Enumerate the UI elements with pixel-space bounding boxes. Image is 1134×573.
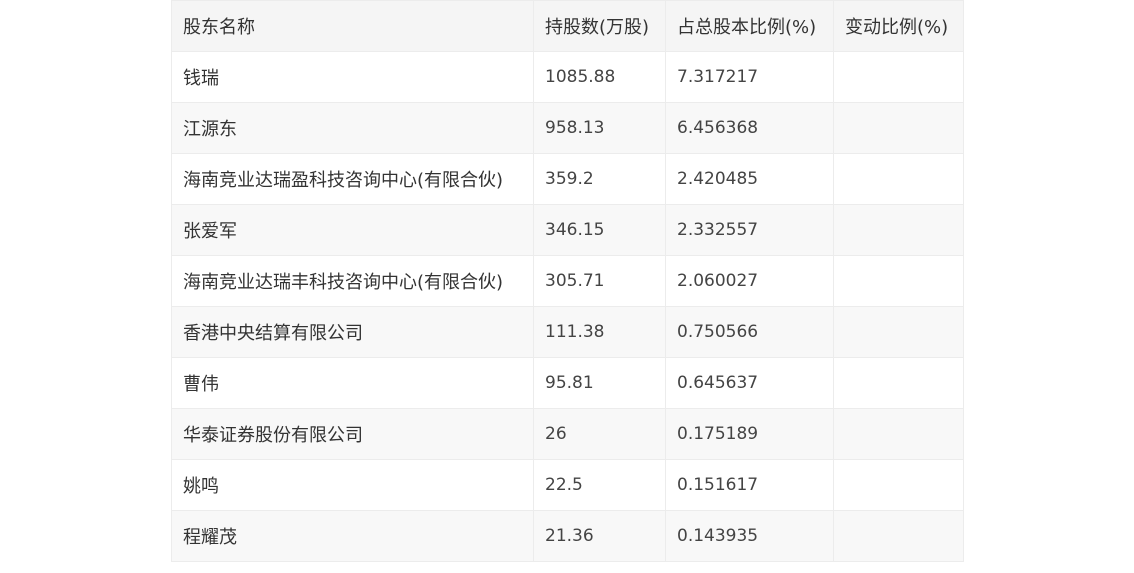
shareholder-table-container: 股东名称 持股数(万股) 占总股本比例(%) 变动比例(%) 钱瑞 1085.8…	[171, 0, 964, 562]
table-row: 海南竞业达瑞盈科技咨询中心(有限合伙) 359.2 2.420485	[171, 153, 964, 205]
table-row: 程耀茂 21.36 0.143935	[171, 510, 964, 562]
cell-change-ratio	[833, 357, 964, 409]
cell-share-ratio: 0.645637	[665, 357, 834, 409]
cell-share-ratio: 2.060027	[665, 255, 834, 307]
cell-shares-held: 958.13	[533, 102, 666, 154]
table-body: 钱瑞 1085.88 7.317217 江源东 958.13 6.456368 …	[171, 51, 964, 562]
cell-change-ratio	[833, 102, 964, 154]
cell-share-ratio: 2.332557	[665, 204, 834, 256]
cell-shares-held: 305.71	[533, 255, 666, 307]
cell-shares-held: 1085.88	[533, 51, 666, 103]
table-row: 曹伟 95.81 0.645637	[171, 357, 964, 409]
table-row: 海南竞业达瑞丰科技咨询中心(有限合伙) 305.71 2.060027	[171, 255, 964, 307]
cell-change-ratio	[833, 51, 964, 103]
header-share-ratio: 占总股本比例(%)	[665, 0, 834, 52]
cell-change-ratio	[833, 408, 964, 460]
cell-change-ratio	[833, 255, 964, 307]
cell-share-ratio: 6.456368	[665, 102, 834, 154]
cell-shareholder-name: 华泰证券股份有限公司	[171, 408, 534, 460]
cell-shareholder-name: 程耀茂	[171, 510, 534, 562]
cell-shares-held: 359.2	[533, 153, 666, 205]
cell-change-ratio	[833, 306, 964, 358]
header-change-ratio: 变动比例(%)	[833, 0, 964, 52]
cell-shareholder-name: 香港中央结算有限公司	[171, 306, 534, 358]
table-header: 股东名称 持股数(万股) 占总股本比例(%) 变动比例(%)	[171, 0, 964, 52]
cell-share-ratio: 7.317217	[665, 51, 834, 103]
cell-shareholder-name: 海南竞业达瑞丰科技咨询中心(有限合伙)	[171, 255, 534, 307]
header-shareholder-name: 股东名称	[171, 0, 534, 52]
cell-change-ratio	[833, 459, 964, 511]
cell-shareholder-name: 姚鸣	[171, 459, 534, 511]
cell-share-ratio: 0.151617	[665, 459, 834, 511]
header-row: 股东名称 持股数(万股) 占总股本比例(%) 变动比例(%)	[171, 0, 964, 52]
cell-shareholder-name: 海南竞业达瑞盈科技咨询中心(有限合伙)	[171, 153, 534, 205]
cell-shares-held: 346.15	[533, 204, 666, 256]
cell-shares-held: 95.81	[533, 357, 666, 409]
cell-shareholder-name: 曹伟	[171, 357, 534, 409]
header-shares-held: 持股数(万股)	[533, 0, 666, 52]
cell-shares-held: 111.38	[533, 306, 666, 358]
cell-shares-held: 22.5	[533, 459, 666, 511]
cell-share-ratio: 0.175189	[665, 408, 834, 460]
table-row: 香港中央结算有限公司 111.38 0.750566	[171, 306, 964, 358]
cell-shareholder-name: 钱瑞	[171, 51, 534, 103]
shareholder-table: 股东名称 持股数(万股) 占总股本比例(%) 变动比例(%) 钱瑞 1085.8…	[171, 0, 964, 562]
table-row: 华泰证券股份有限公司 26 0.175189	[171, 408, 964, 460]
cell-change-ratio	[833, 510, 964, 562]
cell-change-ratio	[833, 153, 964, 205]
table-row: 钱瑞 1085.88 7.317217	[171, 51, 964, 103]
cell-share-ratio: 2.420485	[665, 153, 834, 205]
cell-share-ratio: 0.750566	[665, 306, 834, 358]
cell-shareholder-name: 江源东	[171, 102, 534, 154]
cell-shares-held: 21.36	[533, 510, 666, 562]
cell-shareholder-name: 张爱军	[171, 204, 534, 256]
table-row: 江源东 958.13 6.456368	[171, 102, 964, 154]
table-row: 姚鸣 22.5 0.151617	[171, 459, 964, 511]
cell-shares-held: 26	[533, 408, 666, 460]
cell-change-ratio	[833, 204, 964, 256]
cell-share-ratio: 0.143935	[665, 510, 834, 562]
table-row: 张爱军 346.15 2.332557	[171, 204, 964, 256]
